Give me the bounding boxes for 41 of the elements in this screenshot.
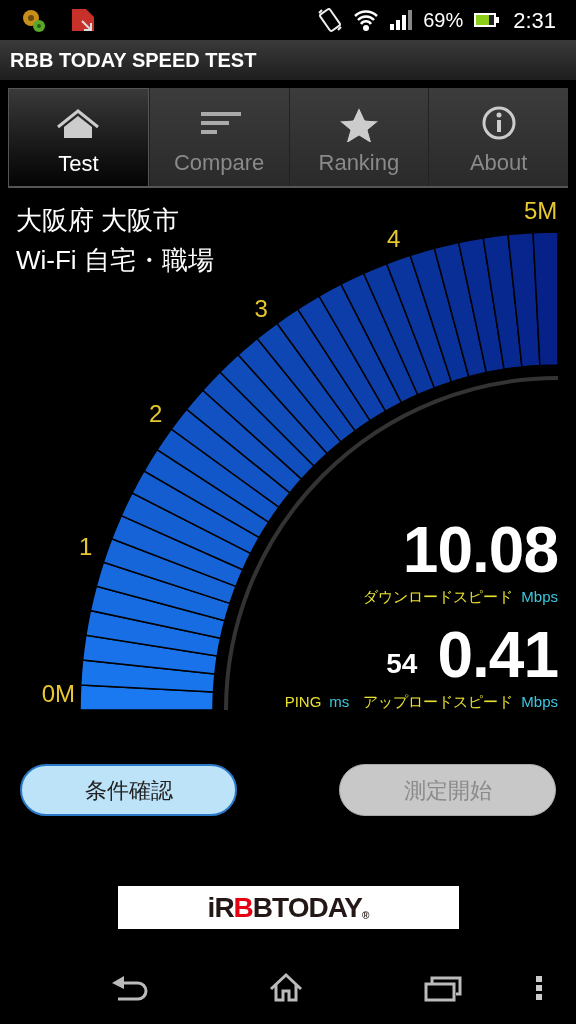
unit-label: ms bbox=[329, 691, 350, 712]
tab[interactable]: Test bbox=[8, 88, 149, 186]
unit-label: Mbps bbox=[521, 691, 558, 712]
location-text: Wi-Fi 自宅・職場 bbox=[16, 244, 214, 277]
signal-icon bbox=[389, 8, 414, 32]
speed-label: ダウンロードスピード bbox=[363, 587, 514, 607]
vibrate-icon bbox=[317, 7, 344, 33]
registered-mark: ® bbox=[362, 909, 369, 923]
home-icon bbox=[268, 972, 304, 1004]
logo-text: TODAY bbox=[272, 892, 362, 923]
tab[interactable]: Compare bbox=[148, 88, 289, 186]
gauge-tick-label: 3 bbox=[254, 294, 268, 322]
ping-value: 54 bbox=[386, 648, 418, 679]
gauge-tick-label: 5M bbox=[523, 197, 558, 225]
speed-value: 10.08 bbox=[402, 518, 558, 582]
more-icon bbox=[534, 974, 544, 1002]
battery-percent: 69% bbox=[423, 8, 464, 33]
gauge-tick-label: 1 bbox=[79, 532, 93, 560]
logo-text: B bbox=[233, 892, 253, 923]
logo-banner[interactable]: iRBBTODAY® bbox=[117, 886, 459, 929]
tab[interactable]: Ranking bbox=[288, 88, 429, 186]
logo-text: iR bbox=[207, 892, 234, 923]
tab[interactable]: About bbox=[428, 88, 568, 186]
recent-apps-icon bbox=[424, 974, 462, 1002]
speed-value: 0.41 bbox=[437, 622, 558, 687]
back-icon bbox=[110, 973, 148, 1003]
shield-arrow-icon bbox=[70, 7, 96, 33]
gear-icon bbox=[20, 7, 46, 33]
speed-label: アップロードスピード bbox=[363, 691, 514, 712]
logo-text: B bbox=[252, 892, 273, 923]
action-button[interactable]: 条件確認 bbox=[20, 764, 237, 816]
app-title: RBB TODAY SPEED TEST bbox=[10, 48, 257, 73]
gauge-tick-label: 0M bbox=[41, 679, 75, 707]
gauge-tick-label: 4 bbox=[386, 224, 401, 252]
location-text: 大阪府 大阪市 bbox=[16, 204, 181, 237]
unit-label: Mbps bbox=[521, 587, 558, 607]
gauge-tick-label: 2 bbox=[148, 400, 163, 428]
ping-label: PING bbox=[284, 691, 322, 712]
battery-icon bbox=[473, 10, 500, 30]
clock-time: 2:31 bbox=[513, 6, 556, 35]
wifi-icon bbox=[353, 7, 380, 33]
